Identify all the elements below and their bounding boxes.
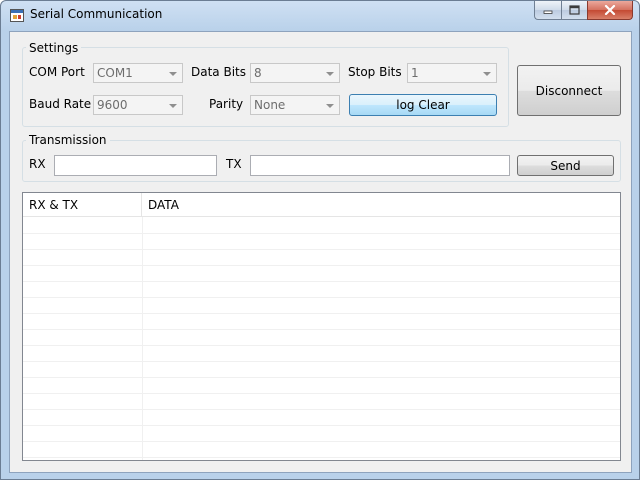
log-list-view[interactable]: RX & TX DATA (22, 192, 621, 461)
list-grid-line (23, 409, 620, 410)
chevron-down-icon (326, 72, 334, 76)
chevron-down-icon (326, 104, 334, 108)
log-clear-button[interactable]: log Clear (349, 94, 497, 116)
list-grid-line (23, 265, 620, 266)
list-grid-line (23, 457, 620, 458)
list-grid-line (23, 377, 620, 378)
baud-rate-label: Baud Rate (29, 97, 92, 111)
stop-bits-combo[interactable]: 1 (407, 63, 497, 83)
list-grid-line (23, 249, 620, 250)
com-port-label: COM Port (29, 65, 85, 79)
chevron-down-icon (169, 104, 177, 108)
minimize-icon (543, 10, 553, 14)
window-title: Serial Communication (30, 7, 163, 21)
com-port-value: COM1 (97, 66, 133, 80)
parity-value: None (254, 98, 286, 112)
column-header-rx-tx[interactable]: RX & TX (23, 193, 142, 217)
column-header-data[interactable]: DATA (142, 193, 620, 217)
list-grid-line (23, 361, 620, 362)
stop-bits-label: Stop Bits (348, 65, 402, 79)
list-grid-line (23, 313, 620, 314)
parity-combo[interactable]: None (250, 95, 340, 115)
maximize-icon (569, 5, 580, 15)
tx-label: TX (226, 157, 242, 171)
baud-rate-value: 9600 (97, 98, 128, 112)
rx-input[interactable] (54, 155, 217, 176)
list-grid-line (23, 425, 620, 426)
send-button[interactable]: Send (517, 155, 614, 176)
chevron-down-icon (483, 72, 491, 76)
caption-buttons (534, 1, 633, 21)
main-window: Serial Communication Settings COM Port C… (0, 0, 640, 480)
disconnect-button[interactable]: Disconnect (517, 65, 621, 116)
list-header: RX & TX DATA (23, 193, 620, 217)
list-grid-line (23, 393, 620, 394)
stop-bits-value: 1 (411, 66, 419, 80)
tx-input[interactable] (250, 155, 510, 176)
com-port-combo[interactable]: COM1 (93, 63, 183, 83)
rx-label: RX (29, 157, 46, 171)
list-grid-line (23, 345, 620, 346)
minimize-button[interactable] (534, 1, 561, 20)
app-window-icon (10, 9, 24, 22)
transmission-group-label: Transmission (26, 133, 110, 147)
close-icon (604, 5, 616, 15)
baud-rate-combo[interactable]: 9600 (93, 95, 183, 115)
list-grid-line (23, 441, 620, 442)
list-grid-line (23, 329, 620, 330)
data-bits-value: 8 (254, 66, 262, 80)
maximize-button[interactable] (561, 1, 587, 20)
parity-label: Parity (209, 97, 244, 111)
list-grid-line (23, 233, 620, 234)
close-button[interactable] (587, 1, 633, 20)
column-divider (142, 217, 143, 460)
client-area: Settings COM Port COM1 Baud Rate 9600 Da… (9, 31, 632, 473)
title-bar[interactable]: Serial Communication (1, 1, 639, 30)
data-bits-label: Data Bits (191, 65, 246, 79)
data-bits-combo[interactable]: 8 (250, 63, 340, 83)
settings-group-label: Settings (26, 41, 82, 55)
list-grid-line (23, 297, 620, 298)
chevron-down-icon (169, 72, 177, 76)
list-grid-line (23, 281, 620, 282)
